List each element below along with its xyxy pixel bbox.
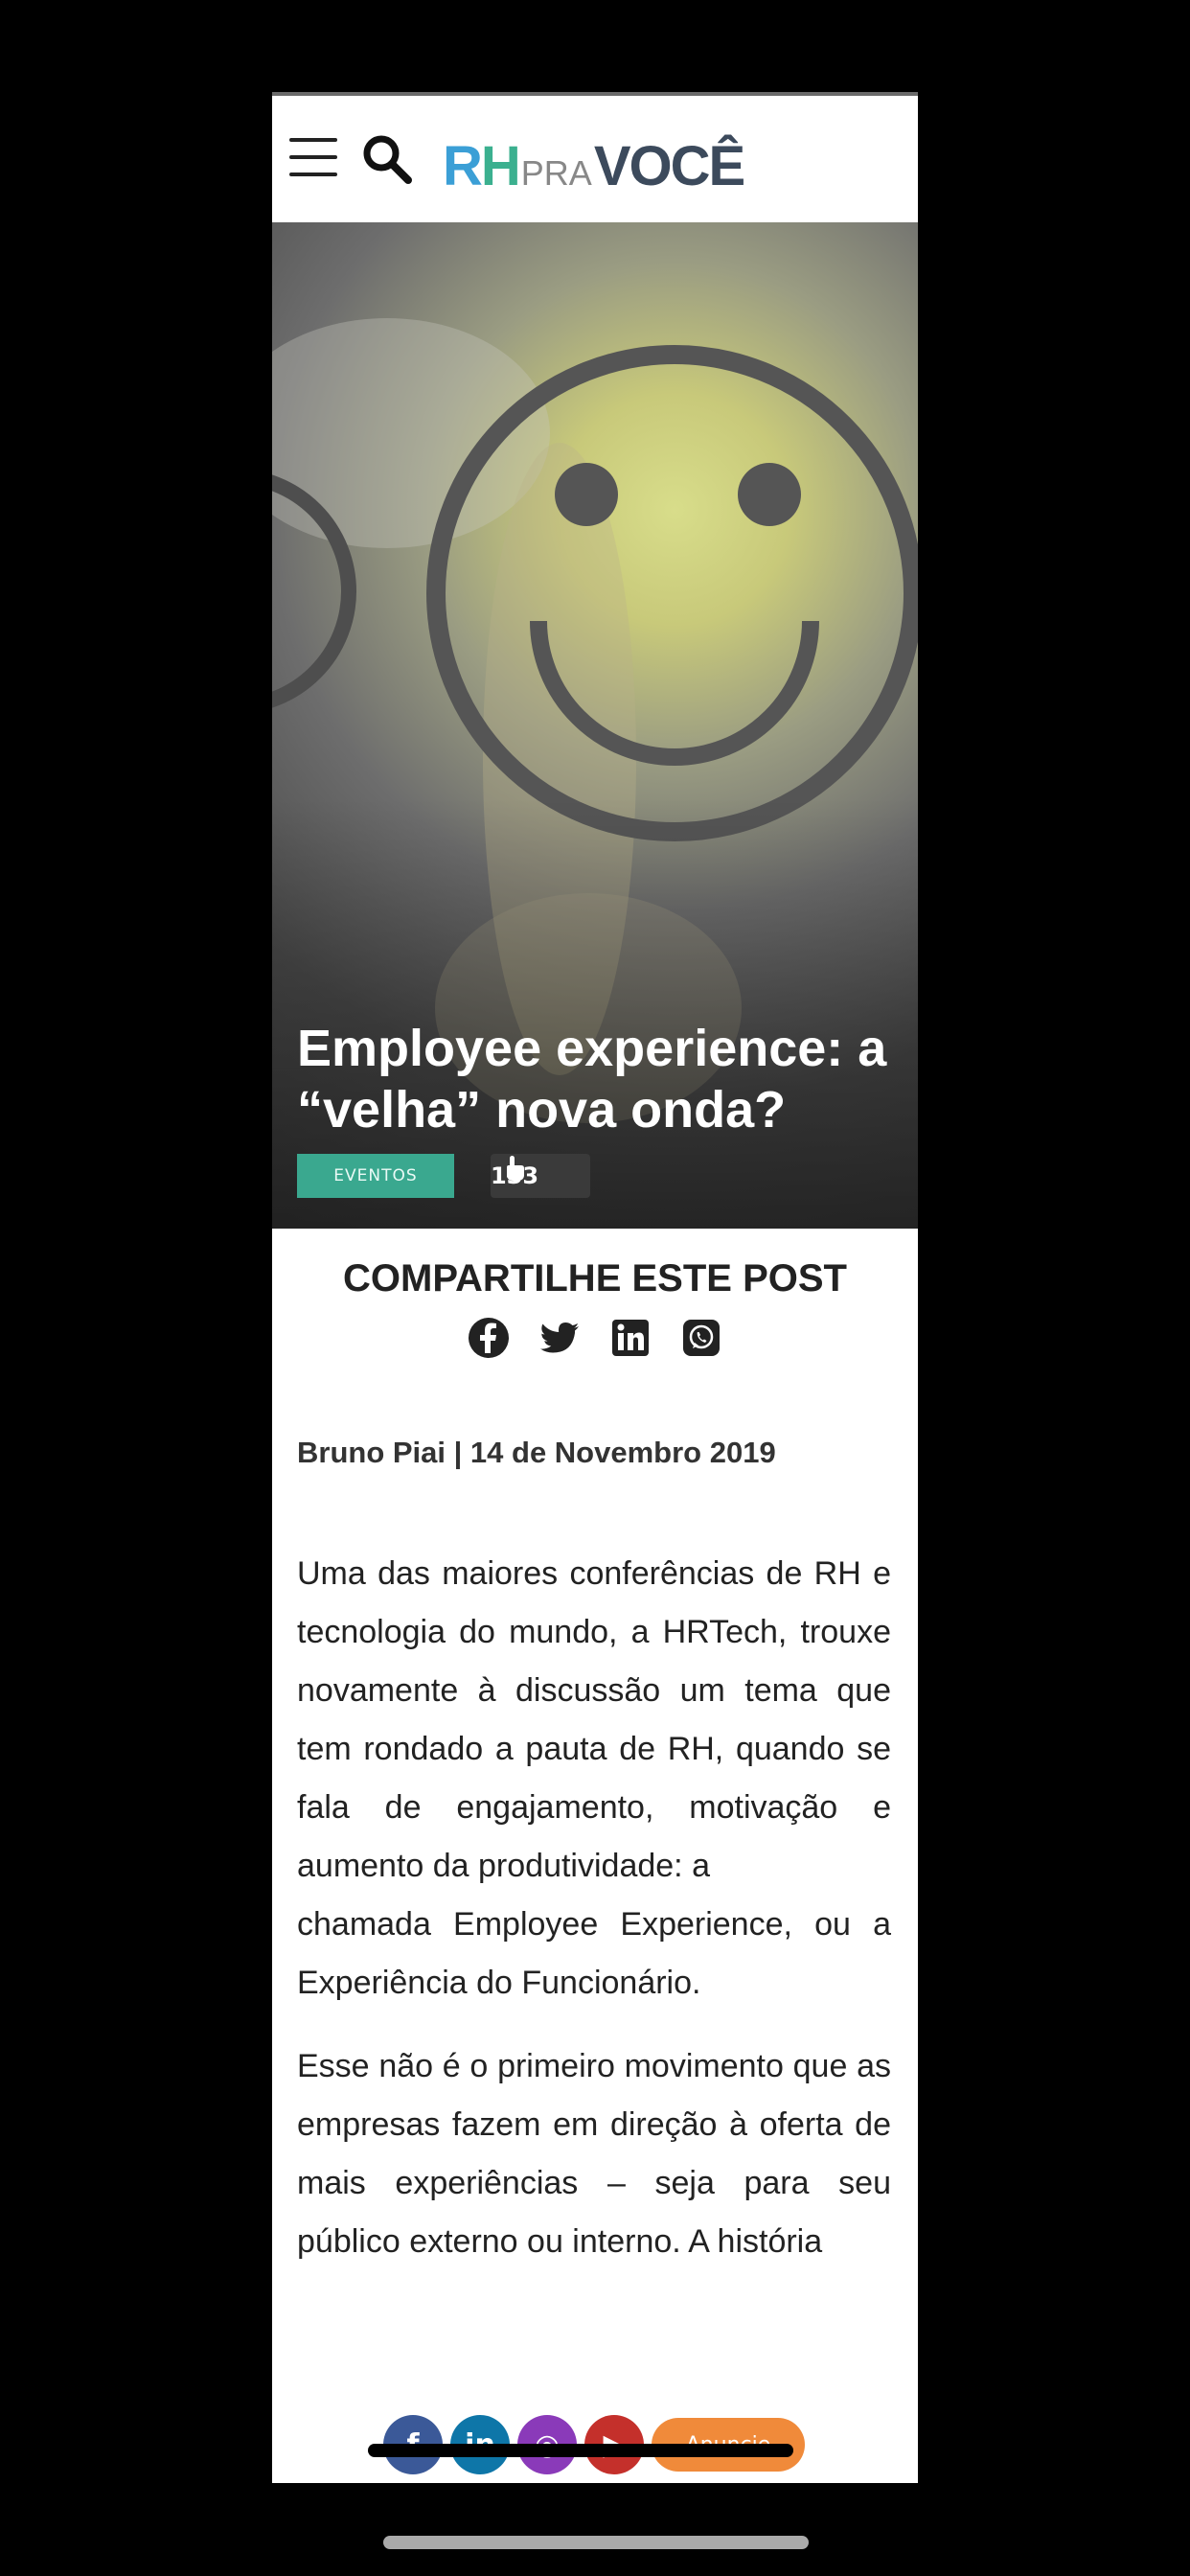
- menu-icon[interactable]: [289, 138, 337, 176]
- article-byline: Bruno Piai | 14 de Novembro 2019: [297, 1436, 776, 1469]
- view-count: 133: [491, 1154, 590, 1198]
- article-body: Uma das maiores conferências de RH e tec…: [297, 1545, 891, 2296]
- paragraph-text: chamada Employee Experience, ou a Experi…: [297, 1906, 891, 2001]
- share-title: COMPARTILHE ESTE POST: [343, 1257, 847, 1300]
- twitter-icon[interactable]: [538, 1317, 581, 1359]
- facebook-icon[interactable]: [468, 1317, 510, 1359]
- web-page: RH PRA VOCÊ Employee experience: a “velh…: [272, 96, 918, 2483]
- paragraph-text: Uma das maiores conferências de RH e tec…: [297, 1555, 891, 1884]
- hero-image[interactable]: Employee experience: a “velha” nova onda…: [272, 222, 918, 1229]
- floating-bar-overlay: [368, 2444, 793, 2457]
- article-title[interactable]: Employee experience: a “velha” nova onda…: [297, 1018, 918, 1140]
- linkedin-icon[interactable]: [609, 1317, 652, 1359]
- pointer-hand-icon: [507, 1156, 524, 1181]
- search-icon[interactable]: [360, 132, 414, 186]
- category-badge[interactable]: EVENTOS: [297, 1154, 454, 1198]
- paragraph: Esse não é o primeiro movimento que as e…: [297, 2048, 891, 2260]
- share-bar: [468, 1317, 722, 1359]
- paragraph: Uma das maiores conferências de RH e tec…: [297, 1545, 891, 2012]
- home-indicator[interactable]: [383, 2536, 809, 2549]
- site-logo[interactable]: RH PRA VOCÊ: [443, 134, 745, 197]
- site-header: RH PRA VOCÊ: [272, 96, 918, 222]
- whatsapp-icon[interactable]: [680, 1317, 722, 1359]
